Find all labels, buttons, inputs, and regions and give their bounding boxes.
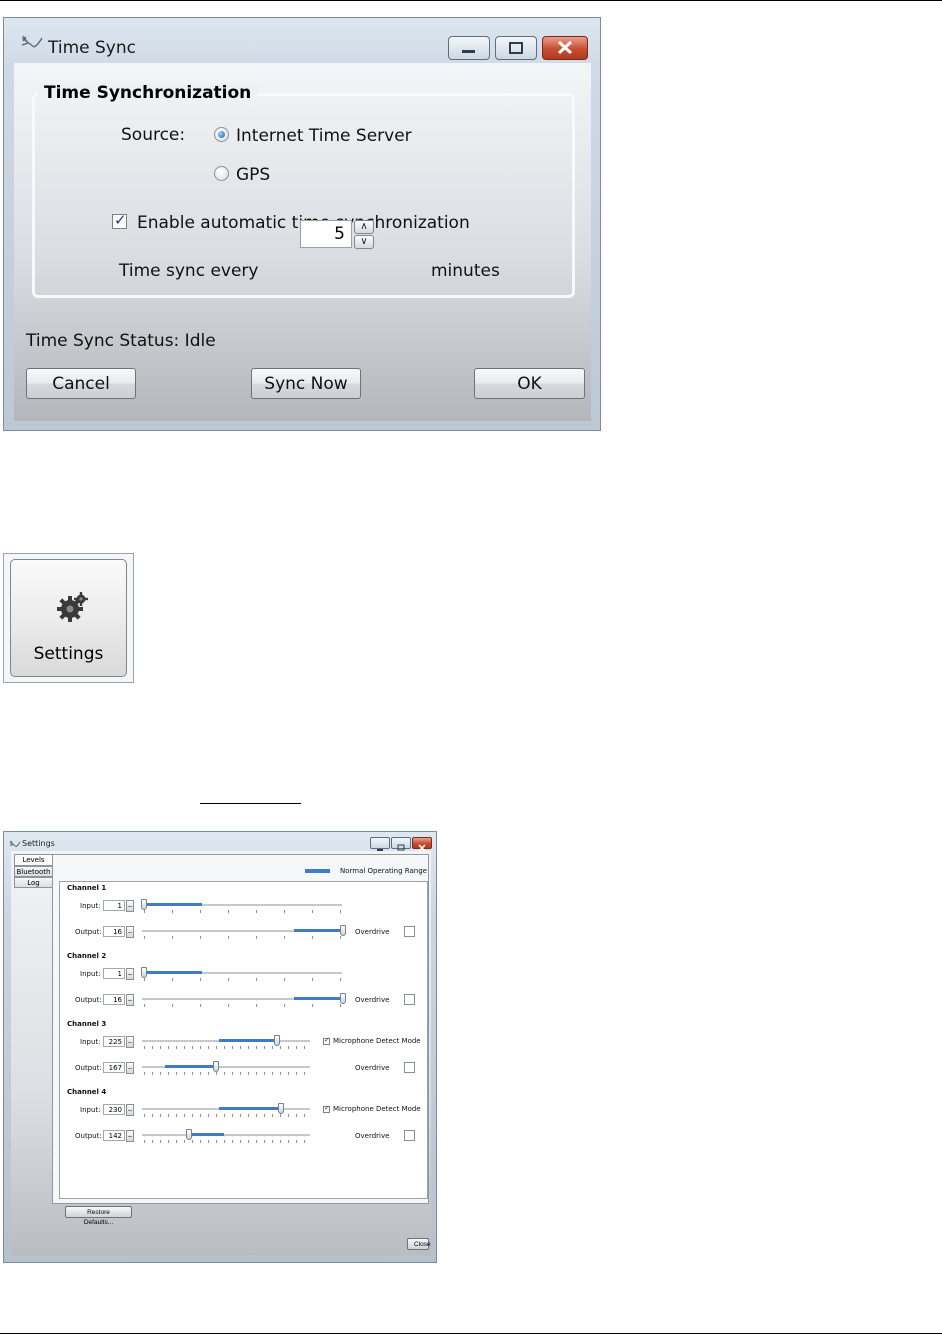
overdrive-checkbox[interactable] xyxy=(404,1062,415,1073)
output-value[interactable]: 16 xyxy=(103,926,125,937)
output-spinner[interactable] xyxy=(126,994,134,1006)
output-label: Output: xyxy=(75,996,102,1004)
mic-detect-label[interactable]: Microphone Detect Mode xyxy=(333,1037,421,1045)
input-label: Input: xyxy=(80,1038,101,1046)
radio-label[interactable]: GPS xyxy=(236,165,270,185)
settings-window: Settings Levels Bluetooth Log Normal Ope… xyxy=(3,831,437,1263)
levels-panel: Normal Operating Range Channel 1 Input: … xyxy=(52,854,429,1204)
decrement-button[interactable]: ∨ xyxy=(354,235,374,249)
window-title: Settings xyxy=(22,839,55,848)
radio-indicator[interactable] xyxy=(214,127,229,142)
legend-label: Normal Operating Range xyxy=(340,867,427,875)
input-spinner[interactable] xyxy=(126,900,134,912)
minimize-button[interactable] xyxy=(370,837,390,851)
ok-button[interactable]: OK xyxy=(474,368,585,399)
maximize-icon xyxy=(509,42,523,54)
sync-now-button[interactable]: Sync Now xyxy=(251,368,361,399)
maximize-button[interactable] xyxy=(495,36,537,60)
gear-icon xyxy=(55,590,89,628)
channels-area: Channel 1 Input: 1 Output: 16 Overdrive … xyxy=(59,881,428,1199)
minimize-icon xyxy=(462,50,475,53)
output-value[interactable]: 16 xyxy=(103,994,125,1005)
checkbox-indicator[interactable]: ✓ xyxy=(112,211,127,229)
tab-levels[interactable]: Levels xyxy=(14,854,53,866)
slider-thumb[interactable] xyxy=(274,1035,280,1046)
cancel-button[interactable]: Cancel xyxy=(26,368,136,399)
close-icon xyxy=(557,40,573,55)
output-label: Output: xyxy=(75,1064,102,1072)
slider-thumb[interactable] xyxy=(213,1061,219,1072)
overdrive-label: Overdrive xyxy=(355,996,390,1004)
input-spinner[interactable] xyxy=(126,968,134,980)
interval-label: Time sync every xyxy=(119,261,259,281)
slider-thumb[interactable] xyxy=(278,1103,284,1114)
output-spinner[interactable] xyxy=(126,1130,134,1142)
overdrive-checkbox[interactable] xyxy=(404,1130,415,1141)
input-label: Input: xyxy=(80,902,101,910)
underline-line xyxy=(200,803,301,804)
status-text: Time Sync Status: Idle xyxy=(26,331,216,351)
title-bar[interactable]: Time Sync xyxy=(4,18,600,62)
output-value[interactable]: 142 xyxy=(103,1130,125,1141)
input-value[interactable]: 1 xyxy=(103,900,125,911)
legend-swatch xyxy=(305,869,330,873)
channel-title: Channel 1 xyxy=(67,884,107,892)
settings-client-area: Levels Bluetooth Log Normal Operating Ra… xyxy=(11,851,431,1255)
interval-input[interactable]: 5 xyxy=(300,220,352,248)
input-spinner[interactable] xyxy=(126,1104,134,1116)
tab-bluetooth[interactable]: Bluetooth xyxy=(14,866,53,877)
window-title: Time Sync xyxy=(48,38,136,58)
overdrive-checkbox[interactable] xyxy=(404,926,415,937)
slider-thumb[interactable] xyxy=(141,967,147,978)
interval-unit: minutes xyxy=(431,261,500,281)
slider-thumb[interactable] xyxy=(340,993,346,1004)
input-value[interactable]: 1 xyxy=(103,968,125,979)
chevron-up-icon: ∧ xyxy=(360,221,368,232)
settings-button[interactable]: Settings xyxy=(10,559,127,677)
input-value[interactable]: 225 xyxy=(103,1036,125,1047)
input-label: Input: xyxy=(80,1106,101,1114)
overdrive-label: Overdrive xyxy=(355,1132,390,1140)
restore-defaults-button[interactable]: Restore Defaults... xyxy=(65,1206,132,1226)
tab-log[interactable]: Log xyxy=(14,877,53,888)
radio-indicator[interactable] xyxy=(214,166,229,181)
channel-title: Channel 4 xyxy=(67,1088,107,1096)
output-label: Output: xyxy=(75,1132,102,1140)
channel-title: Channel 3 xyxy=(67,1020,107,1028)
output-label: Output: xyxy=(75,928,102,936)
close-dialog-button[interactable]: Close xyxy=(407,1238,431,1250)
top-rule xyxy=(0,0,942,1)
group-title: Time Synchronization xyxy=(38,83,258,103)
checkbox-indicator[interactable]: ✓ xyxy=(323,1036,330,1045)
time-sync-window: Time Sync Time Synchronization Source: I… xyxy=(3,17,601,431)
settings-button-label: Settings xyxy=(33,644,104,664)
overdrive-checkbox[interactable] xyxy=(404,994,415,1005)
output-spinner[interactable] xyxy=(126,926,134,938)
time-sync-client-area: Time Synchronization Source: Internet Ti… xyxy=(14,63,591,421)
satellite-icon xyxy=(20,35,44,57)
output-value[interactable]: 167 xyxy=(103,1062,125,1073)
channel-title: Channel 2 xyxy=(67,952,107,960)
minimize-button[interactable] xyxy=(448,36,490,60)
close-button[interactable] xyxy=(542,36,588,60)
checkbox-indicator[interactable]: ✓ xyxy=(323,1104,330,1113)
close-button[interactable] xyxy=(412,837,432,852)
bottom-rule xyxy=(0,1333,942,1334)
radio-label[interactable]: Internet Time Server xyxy=(236,126,412,146)
input-spinner[interactable] xyxy=(126,1036,134,1048)
slider-thumb[interactable] xyxy=(340,925,346,936)
maximize-button[interactable] xyxy=(391,837,411,851)
mic-detect-label[interactable]: Microphone Detect Mode xyxy=(333,1105,421,1113)
slider-thumb[interactable] xyxy=(141,899,147,910)
overdrive-label: Overdrive xyxy=(355,1064,390,1072)
source-label: Source: xyxy=(121,125,186,145)
settings-launcher: Settings xyxy=(3,553,134,683)
output-spinner[interactable] xyxy=(126,1062,134,1074)
chevron-down-icon: ∨ xyxy=(360,236,368,247)
input-label: Input: xyxy=(80,970,101,978)
increment-button[interactable]: ∧ xyxy=(354,220,374,234)
slider-thumb[interactable] xyxy=(186,1129,192,1140)
overdrive-label: Overdrive xyxy=(355,928,390,936)
input-value[interactable]: 230 xyxy=(103,1104,125,1115)
